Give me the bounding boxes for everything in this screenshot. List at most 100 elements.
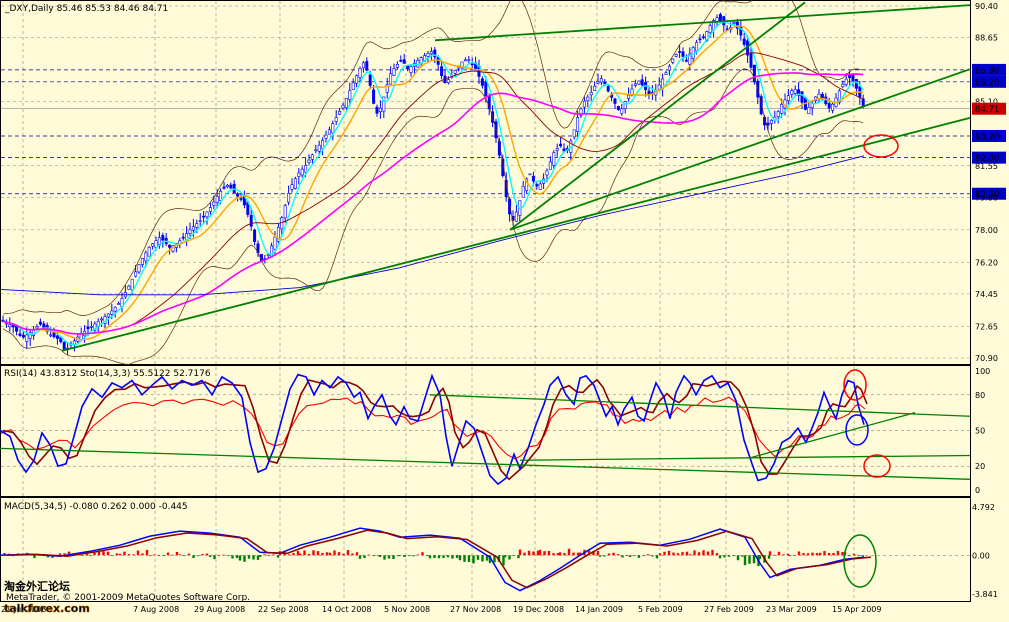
- watermark-site-cn: 淘金外汇论坛: [4, 579, 70, 593]
- macd-histogram-bar: [752, 555, 756, 564]
- candle-body: [324, 134, 328, 139]
- macd-histogram-bar: [706, 551, 710, 556]
- macd-histogram-bar: [106, 551, 110, 556]
- osc-trendline-rising: [749, 412, 916, 459]
- macd-histogram-bar: [157, 555, 161, 556]
- candle-body: [453, 70, 457, 74]
- macd-histogram-bar: [788, 555, 792, 557]
- macd-histogram-bar: [372, 555, 375, 557]
- macd-histogram-bar: [782, 554, 785, 556]
- x-tick-label: 27 Nov 2008: [450, 605, 501, 614]
- candle-body: [596, 81, 600, 84]
- macd-histogram-bar: [715, 553, 719, 556]
- macd-histogram-bar: [118, 553, 122, 556]
- candle-body: [637, 80, 641, 85]
- macd-histogram-bar: [672, 552, 675, 556]
- candle-body: [11, 325, 15, 328]
- macd-histogram-bar: [337, 552, 341, 556]
- macd-histogram-bar: [523, 552, 526, 556]
- macd-histogram-bar: [183, 555, 186, 557]
- candle-body: [548, 161, 552, 170]
- ma-blue-line: [0, 155, 865, 296]
- macd-histogram-bar: [607, 553, 611, 556]
- macd-histogram-bar: [711, 549, 714, 556]
- candle-body: [18, 333, 22, 336]
- candle-body: [749, 53, 753, 68]
- macd-histogram-bar: [527, 550, 531, 556]
- macd-histogram-bar: [367, 554, 371, 556]
- macd-histogram-bar: [458, 555, 462, 561]
- macd-histogram-bar: [702, 550, 705, 556]
- candle-body: [671, 58, 675, 63]
- candle-body: [202, 215, 206, 218]
- macd-histogram-bar: [226, 555, 230, 557]
- candle-body: [348, 90, 352, 101]
- candle-body: [555, 148, 559, 151]
- candle-body: [154, 240, 158, 248]
- macd-histogram-bar: [841, 551, 844, 556]
- candle-body: [667, 65, 671, 71]
- macd-histogram-bar: [123, 551, 126, 556]
- macd-histogram-bar: [132, 554, 135, 556]
- macd-histogram-bar: [718, 555, 722, 559]
- candle-body: [429, 51, 433, 55]
- candle-body: [117, 303, 121, 305]
- macd-histogram-bar: [166, 552, 170, 556]
- candle-body: [599, 78, 603, 83]
- macd-histogram-bar: [793, 555, 796, 556]
- candle-body: [603, 81, 607, 85]
- macd-histogram-bar: [508, 555, 511, 560]
- macd-histogram-bar: [467, 555, 471, 562]
- x-tick-label: 7 Aug 2008: [133, 605, 179, 614]
- macd-histogram-bar: [625, 555, 629, 556]
- macd-histogram-bar: [663, 551, 666, 556]
- macd-histogram-bar: [403, 555, 406, 558]
- candle-body: [841, 83, 845, 88]
- copyright: MetaTrader, © 2001-2009 MetaQuotes Softw…: [6, 593, 250, 603]
- candle-body: [205, 211, 209, 218]
- candle-body: [538, 183, 542, 191]
- candle-body: [786, 95, 790, 102]
- macd-histogram-bar: [201, 554, 204, 556]
- chart-window: 21 Jul 2008 7 Aug 2008 29 Aug 2008 22 Sep 2…: [0, 0, 1009, 618]
- candle-body: [144, 252, 148, 262]
- candle-body: [589, 91, 593, 96]
- annotation-circle: [843, 534, 877, 588]
- macd-histogram-bar: [298, 553, 302, 556]
- macd-histogram-bar: [727, 555, 731, 557]
- macd-histogram-bar: [518, 549, 522, 556]
- candle-body: [640, 79, 644, 86]
- macd-histogram-bar: [196, 555, 200, 557]
- x-tick-label: 19 Dec 2008: [513, 605, 564, 614]
- candle-body: [402, 59, 406, 64]
- candle-body: [310, 154, 314, 160]
- macd-histogram-bar: [222, 554, 225, 556]
- candle-body: [446, 79, 450, 84]
- macd-histogram-bar: [358, 555, 362, 559]
- x-tick-label: 14 Oct 2008: [322, 605, 371, 614]
- candle-body: [42, 323, 46, 329]
- oscillator-layer: [0, 373, 971, 486]
- candle-body: [208, 207, 212, 212]
- candle-body: [831, 103, 835, 111]
- candle-body: [280, 217, 284, 230]
- macd-histogram-bar: [102, 551, 105, 556]
- macd-histogram-bar: [303, 550, 306, 556]
- macd-histogram-bar: [412, 555, 415, 557]
- macd-histogram-bar: [398, 555, 402, 557]
- macd-histogram-bar: [433, 555, 436, 559]
- x-tick-label: 22 Sep 2008: [258, 605, 309, 614]
- macd-histogram-bar: [145, 549, 149, 556]
- macd-histogram-bar: [208, 555, 212, 557]
- candle-body: [440, 66, 444, 76]
- macd-histogram-bar: [263, 554, 266, 556]
- macd-histogram-bar: [852, 553, 856, 556]
- candle-body: [161, 235, 165, 241]
- macd-histogram-bar: [175, 551, 179, 556]
- candle-body: [409, 66, 413, 73]
- osc-tick-label: 20: [975, 462, 985, 471]
- macd-histogram-bar: [572, 552, 575, 556]
- macd-histogram-bar: [321, 552, 324, 556]
- candle-body: [684, 59, 688, 62]
- macd-histogram-bar: [205, 553, 209, 556]
